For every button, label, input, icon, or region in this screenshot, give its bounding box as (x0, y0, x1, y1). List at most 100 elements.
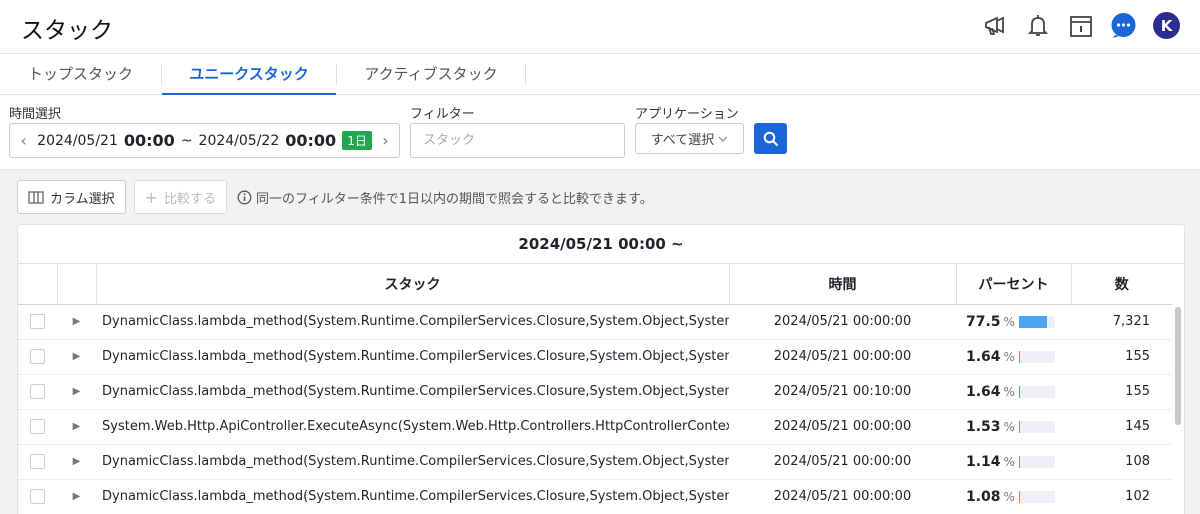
percent-cell: 77.5% (956, 304, 1071, 340)
chat-icon[interactable] (1110, 12, 1137, 39)
filter-bar: 時間選択 ‹ 2024/05/21 00:00 ~ 2024/05/22 00:… (0, 95, 1200, 170)
avatar[interactable]: K (1153, 12, 1180, 39)
percent-bar (1018, 455, 1055, 468)
header-percent[interactable]: パーセント (956, 264, 1072, 305)
tab-active-stack[interactable]: アクティブスタック (337, 54, 525, 95)
stack-table-panel: 2024/05/21 00:00 ~ スタック 時間 パーセント 数 ▶ Dyn… (17, 224, 1185, 514)
compare-info: 同一のフィルター条件で1日以内の期間で照会すると比較できます。 (237, 188, 653, 207)
row-checkbox[interactable] (30, 349, 45, 364)
expand-triangle-icon[interactable]: ▶ (57, 304, 96, 340)
info-icon (237, 190, 252, 204)
time-cell: 2024/05/21 00:00:00 (729, 304, 956, 340)
stack-cell[interactable]: DynamicClass.lambda_method(System.Runtim… (96, 479, 729, 514)
app-header: スタック K (0, 0, 1200, 54)
end-time: 00:00 (285, 131, 337, 150)
header-count[interactable]: 数 (1071, 264, 1172, 305)
count-cell: 102 (1071, 479, 1172, 514)
stack-cell[interactable]: DynamicClass.lambda_method(System.Runtim… (96, 374, 729, 410)
duration-badge: 1日 (342, 131, 372, 150)
stack-cell[interactable]: DynamicClass.lambda_method(System.Runtim… (96, 444, 729, 480)
chevron-right-icon[interactable]: › (372, 131, 399, 150)
header-time[interactable]: 時間 (729, 264, 957, 305)
expand-triangle-icon[interactable]: ▶ (57, 444, 96, 480)
row-checkbox[interactable] (30, 314, 45, 329)
page-title: スタック (21, 18, 113, 44)
filter-label: フィルター (410, 107, 475, 122)
time-range-display[interactable]: 2024/05/21 00:00 ~ 2024/05/22 00:00 1日 (37, 131, 372, 150)
count-cell: 7,321 (1071, 304, 1172, 340)
percent-symbol: % (1003, 384, 1015, 399)
row-checkbox[interactable] (30, 454, 45, 469)
percent-cell: 1.08% (956, 479, 1071, 514)
time-range-picker[interactable]: ‹ 2024/05/21 00:00 ~ 2024/05/22 00:00 1日… (9, 123, 400, 158)
search-button[interactable] (754, 123, 787, 154)
tab-unique-stack[interactable]: ユニークスタック (162, 54, 336, 95)
application-select[interactable]: すべて選択 (635, 123, 744, 154)
search-icon (763, 131, 778, 146)
table-period-title: 2024/05/21 00:00 ~ (18, 225, 1184, 264)
expand-triangle-icon[interactable]: ▶ (57, 479, 96, 514)
header-select (18, 264, 58, 305)
percent-cell: 1.64% (956, 339, 1071, 375)
percent-bar (1018, 385, 1055, 398)
stack-table: スタック 時間 パーセント 数 ▶ DynamicClass.lambda_me… (18, 264, 1172, 514)
time-label: 時間選択 (9, 107, 62, 122)
row-checkbox[interactable] (30, 489, 45, 504)
count-cell: 145 (1071, 409, 1172, 445)
stack-cell[interactable]: System.Web.Http.ApiController.ExecuteAsy… (96, 409, 729, 445)
table-row[interactable]: ▶ DynamicClass.lambda_method(System.Runt… (18, 444, 1172, 480)
row-checkbox[interactable] (30, 384, 45, 399)
percent-value: 1.64 (966, 383, 1001, 400)
table-body: ▶ DynamicClass.lambda_method(System.Runt… (18, 304, 1172, 514)
calendar-icon[interactable] (1067, 12, 1094, 39)
time-cell: 2024/05/21 00:00:00 (729, 479, 956, 514)
time-cell: 2024/05/21 00:10:00 (729, 374, 956, 410)
table-scrollbar[interactable] (1175, 307, 1181, 425)
bell-icon[interactable] (1024, 12, 1051, 39)
time-cell: 2024/05/21 00:00:00 (729, 409, 956, 445)
tab-top-stack[interactable]: トップスタック (0, 54, 161, 95)
percent-bar-fill (1018, 315, 1047, 328)
expand-triangle-icon[interactable]: ▶ (57, 339, 96, 375)
row-checkbox[interactable] (30, 419, 45, 434)
table-row[interactable]: ▶ DynamicClass.lambda_method(System.Runt… (18, 339, 1172, 375)
start-time: 00:00 (123, 131, 175, 150)
percent-bar (1018, 420, 1055, 433)
table-row[interactable]: ▶ DynamicClass.lambda_method(System.Runt… (18, 479, 1172, 514)
percent-symbol: % (1003, 454, 1015, 469)
count-cell: 108 (1071, 444, 1172, 480)
expand-triangle-icon[interactable]: ▶ (57, 409, 96, 445)
percent-bar-fill (1018, 350, 1020, 363)
columns-icon (28, 190, 44, 204)
compare-button[interactable]: + 比較する (133, 180, 228, 214)
percent-symbol: % (1003, 489, 1015, 504)
time-cell: 2024/05/21 00:00:00 (729, 444, 956, 480)
compare-info-text: 同一のフィルター条件で1日以内の期間で照会すると比較できます。 (256, 191, 653, 207)
table-row[interactable]: ▶ DynamicClass.lambda_method(System.Runt… (18, 304, 1172, 340)
chevron-down-icon (718, 136, 728, 142)
percent-value: 77.5 (966, 313, 1001, 330)
application-select-value: すべて選択 (650, 133, 715, 148)
table-row[interactable]: ▶ System.Web.Http.ApiController.ExecuteA… (18, 409, 1172, 445)
header-actions: K (981, 12, 1180, 39)
stack-cell[interactable]: DynamicClass.lambda_method(System.Runtim… (96, 339, 729, 375)
application-label: アプリケーション (635, 107, 739, 122)
percent-bar (1018, 490, 1055, 503)
percent-bar-fill (1018, 455, 1020, 468)
percent-cell: 1.14% (956, 444, 1071, 480)
stack-filter-input[interactable] (410, 123, 625, 158)
table-row[interactable]: ▶ DynamicClass.lambda_method(System.Runt… (18, 374, 1172, 410)
percent-value: 1.14 (966, 453, 1001, 470)
megaphone-icon[interactable] (981, 12, 1008, 39)
column-select-button[interactable]: カラム選択 (17, 180, 126, 214)
expand-triangle-icon[interactable]: ▶ (57, 374, 96, 410)
time-cell: 2024/05/21 00:00:00 (729, 339, 956, 375)
chevron-left-icon[interactable]: ‹ (10, 131, 37, 150)
percent-cell: 1.53% (956, 409, 1071, 445)
stack-cell[interactable]: DynamicClass.lambda_method(System.Runtim… (96, 304, 729, 340)
header-stack[interactable]: スタック (96, 264, 730, 305)
start-date: 2024/05/21 (37, 132, 118, 149)
percent-symbol: % (1003, 314, 1015, 329)
percent-value: 1.08 (966, 488, 1001, 505)
percent-bar-fill (1018, 490, 1020, 503)
